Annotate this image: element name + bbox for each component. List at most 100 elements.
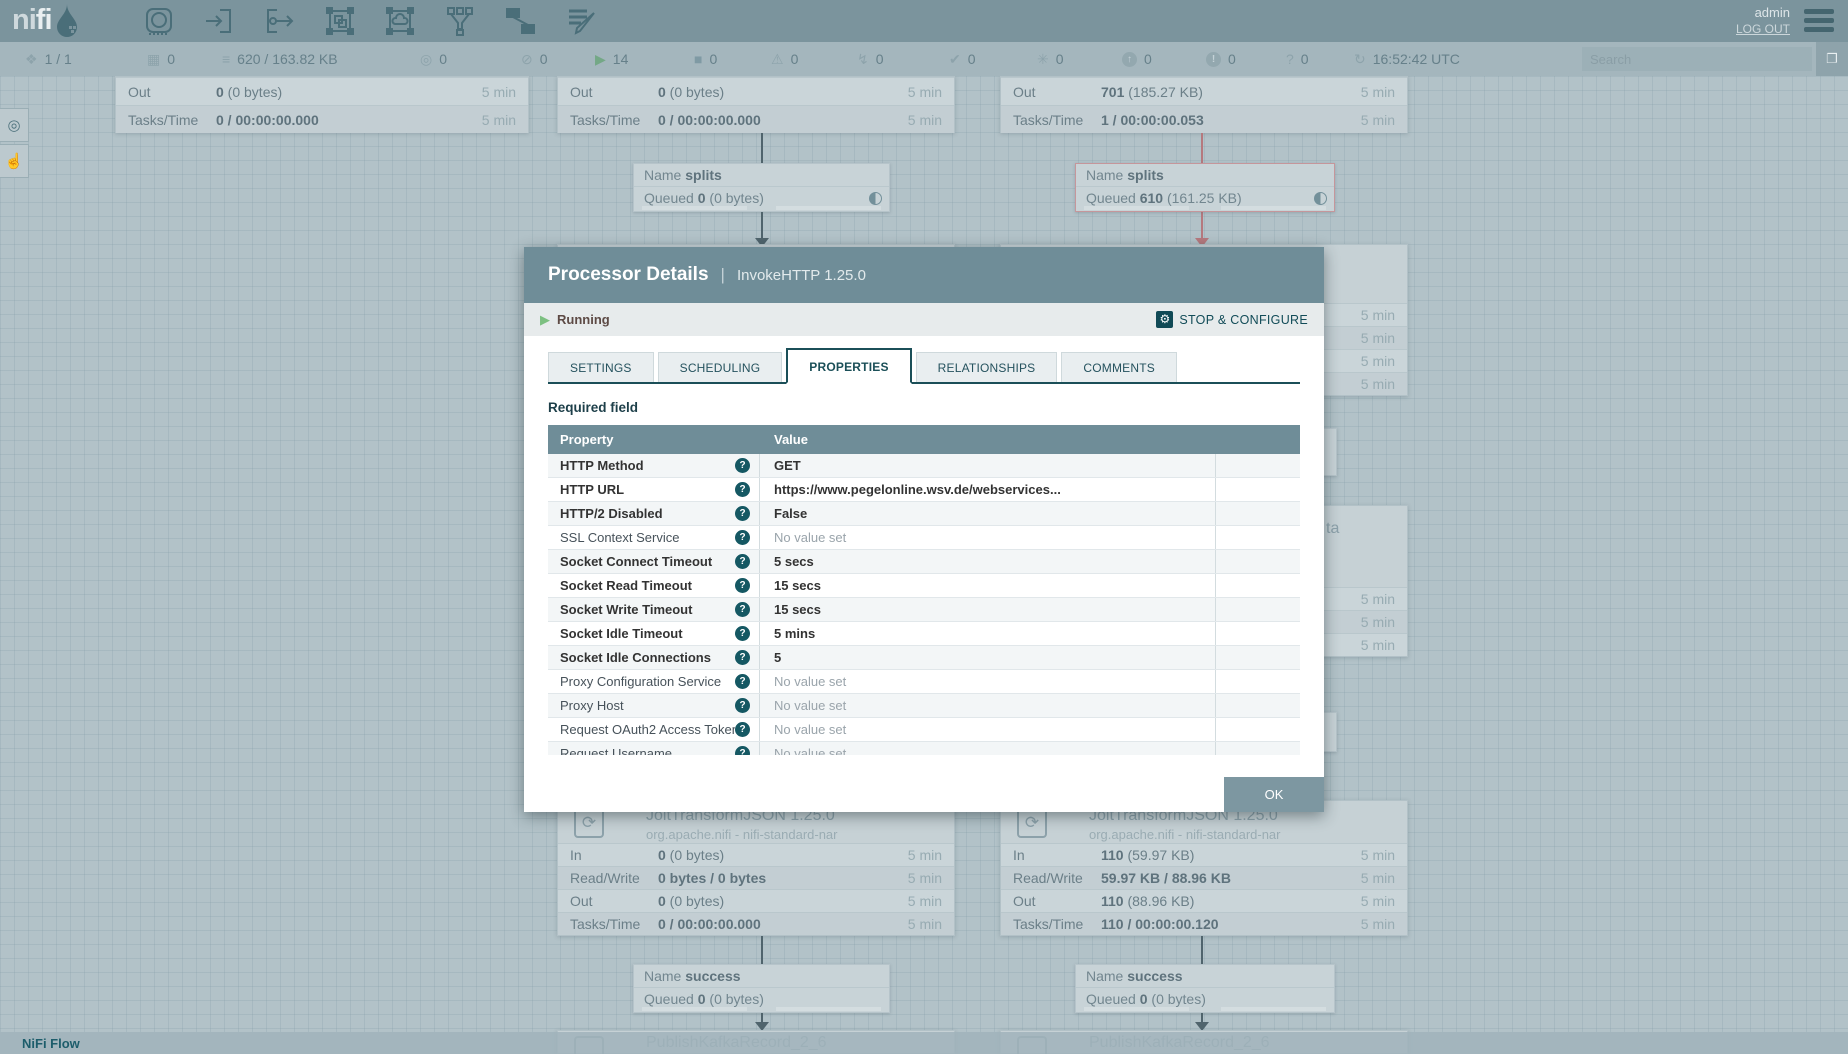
output-port-toolbar-icon[interactable] bbox=[263, 5, 297, 37]
dialog-tabs: SETTINGS SCHEDULING PROPERTIES RELATIONS… bbox=[548, 348, 1300, 384]
transmitting-icon: ◎ bbox=[420, 51, 432, 68]
status-stale: ↑0 bbox=[1122, 42, 1152, 76]
navigate-palette-button[interactable]: ◎ bbox=[0, 108, 29, 142]
processor-stats-top-mid[interactable]: Out0 (0 bytes)5 min Tasks/Time0 / 00:00:… bbox=[557, 76, 955, 133]
stat-row: Tasks/Time0 / 00:00:00.0005 min bbox=[558, 912, 954, 935]
property-row: Socket Idle Connections?5 bbox=[548, 646, 1300, 670]
locally-modified-icon: ✳ bbox=[1037, 51, 1049, 68]
property-row: Proxy Host?No value set bbox=[548, 694, 1300, 718]
status-invalid: ⚠0 bbox=[771, 42, 798, 76]
property-value: 15 secs bbox=[760, 598, 1216, 621]
cluster-icon: ❖ bbox=[25, 51, 38, 68]
help-icon[interactable]: ? bbox=[735, 722, 750, 737]
stop-and-configure-button[interactable]: ⚙ STOP & CONFIGURE bbox=[1156, 311, 1308, 328]
help-icon[interactable]: ? bbox=[735, 698, 750, 713]
template-toolbar-icon[interactable] bbox=[503, 5, 537, 37]
help-icon[interactable]: ? bbox=[735, 530, 750, 545]
ok-button[interactable]: OK bbox=[1224, 777, 1324, 812]
logo-text-fi: fi bbox=[36, 4, 52, 37]
property-value: No value set bbox=[760, 718, 1216, 741]
processor-toolbar-icon[interactable] bbox=[142, 5, 176, 37]
properties-table-header: Property Value bbox=[548, 425, 1300, 454]
property-row: SSL Context Service?No value set bbox=[548, 526, 1300, 550]
breadcrumb[interactable]: NiFi Flow bbox=[22, 1036, 80, 1051]
property-row: Socket Connect Timeout?5 secs bbox=[548, 550, 1300, 574]
search-input[interactable] bbox=[1582, 47, 1812, 71]
tab-scheduling[interactable]: SCHEDULING bbox=[658, 352, 783, 382]
unknown-icon: ? bbox=[1286, 51, 1294, 67]
dialog-status-row: ▶ Running ⚙ STOP & CONFIGURE bbox=[524, 303, 1324, 336]
remote-process-group-toolbar-icon[interactable] bbox=[383, 5, 417, 37]
connection-label-splits-left[interactable]: Name splits Queued 0 (0 bytes) bbox=[633, 163, 890, 212]
processor-name-fragment: ta bbox=[1326, 520, 1339, 538]
stopped-icon: ■ bbox=[694, 51, 702, 67]
status-refresh[interactable]: ↻ 16:52:42 UTC bbox=[1354, 42, 1460, 76]
processor-icon: ⟳ bbox=[1017, 808, 1047, 838]
refresh-icon[interactable]: ↻ bbox=[1354, 51, 1366, 68]
property-value: 15 secs bbox=[760, 574, 1216, 597]
tab-properties[interactable]: PROPERTIES bbox=[786, 348, 911, 384]
help-icon[interactable]: ? bbox=[735, 626, 750, 641]
stat-row: Out110 (88.96 KB)5 min bbox=[1001, 889, 1407, 912]
value-column-header: Value bbox=[760, 432, 1216, 447]
processor-icon: ⟳ bbox=[574, 808, 604, 838]
connection-line-red bbox=[1201, 133, 1203, 163]
process-group-toolbar-icon[interactable] bbox=[323, 5, 357, 37]
search-settings-button[interactable]: ❐ bbox=[1816, 42, 1848, 76]
label-toolbar-icon[interactable] bbox=[565, 5, 599, 37]
processor-stats-top-right[interactable]: Out701 (185.27 KB)5 min Tasks/Time1 / 00… bbox=[1000, 76, 1408, 133]
property-value: False bbox=[760, 502, 1216, 525]
tab-settings[interactable]: SETTINGS bbox=[548, 352, 654, 382]
breadcrumb-bar: NiFi Flow bbox=[0, 1032, 1848, 1054]
stat-row: Out0 (0 bytes)5 min bbox=[116, 77, 528, 105]
help-icon[interactable]: ? bbox=[735, 746, 750, 755]
connection-label-success-right[interactable]: Name success Queued 0 (0 bytes) bbox=[1075, 964, 1335, 1013]
help-icon[interactable]: ? bbox=[735, 458, 750, 473]
status-threads: ▦0 bbox=[147, 42, 175, 76]
tab-relationships[interactable]: RELATIONSHIPS bbox=[916, 352, 1058, 382]
property-value: 5 mins bbox=[760, 622, 1216, 645]
queue-percent-icon bbox=[869, 192, 882, 205]
help-icon[interactable]: ? bbox=[735, 578, 750, 593]
help-icon[interactable]: ? bbox=[735, 482, 750, 497]
connection-label-splits-right[interactable]: Name splits Queued 610 (161.25 KB) bbox=[1075, 163, 1335, 212]
processor-bundle: org.apache.nifi - nifi-standard-nar bbox=[1089, 827, 1281, 842]
connection-line bbox=[761, 936, 763, 964]
processor-jolt-left[interactable]: ⟳ JoltTransformJSON 1.25.0 org.apache.ni… bbox=[557, 800, 955, 936]
stat-row: Tasks/Time1 / 00:00:00.0535 min bbox=[1001, 105, 1407, 133]
help-icon[interactable]: ? bbox=[735, 554, 750, 569]
stale-icon: ↑ bbox=[1122, 52, 1137, 67]
connection-label-success-left[interactable]: Name success Queued 0 (0 bytes) bbox=[633, 964, 890, 1013]
processor-stats-top-left[interactable]: Out0 (0 bytes)5 min Tasks/Time0 / 00:00:… bbox=[115, 76, 529, 133]
connection-line bbox=[1201, 1013, 1203, 1022]
queue-bar bbox=[642, 206, 747, 210]
status-up-to-date: ✔0 bbox=[949, 42, 976, 76]
tab-comments[interactable]: COMMENTS bbox=[1061, 352, 1177, 382]
status-transmitting: ◎0 bbox=[420, 42, 447, 76]
property-value: 5 secs bbox=[760, 550, 1216, 573]
disabled-icon: ↯ bbox=[857, 51, 869, 68]
help-icon[interactable]: ? bbox=[735, 674, 750, 689]
help-icon[interactable]: ? bbox=[735, 650, 750, 665]
help-icon[interactable]: ? bbox=[735, 602, 750, 617]
queue-bar bbox=[1084, 206, 1189, 210]
dialog-title: Processor Details bbox=[548, 264, 709, 286]
input-port-toolbar-icon[interactable] bbox=[202, 5, 236, 37]
running-status-label: Running bbox=[557, 312, 610, 327]
last-refresh-time: 16:52:42 UTC bbox=[1373, 51, 1460, 67]
gear-icon: ⚙ bbox=[1156, 311, 1173, 328]
global-menu-icon[interactable] bbox=[1804, 9, 1834, 32]
dialog-header: Processor Details | InvokeHTTP 1.25.0 bbox=[524, 247, 1324, 303]
status-not-transmitting: ⊘0 bbox=[521, 42, 548, 76]
logout-link[interactable]: LOG OUT bbox=[1736, 21, 1790, 38]
help-icon[interactable]: ? bbox=[735, 506, 750, 521]
operate-palette-button[interactable]: ☝ bbox=[0, 144, 29, 178]
funnel-toolbar-icon[interactable] bbox=[443, 5, 477, 37]
status-sync-failure: !0 bbox=[1206, 42, 1236, 76]
property-row: HTTP URL?https://www.pegelonline.wsv.de/… bbox=[548, 478, 1300, 502]
processor-jolt-right[interactable]: ⟳ JoltTransformJSON 1.25.0 org.apache.ni… bbox=[1000, 800, 1408, 936]
stat-row: In110 (59.97 KB)5 min bbox=[1001, 843, 1407, 866]
properties-table: Property Value HTTP Method?GET HTTP URL?… bbox=[548, 425, 1300, 755]
property-column-header: Property bbox=[548, 432, 760, 447]
navigate-icon: ◎ bbox=[7, 116, 20, 134]
